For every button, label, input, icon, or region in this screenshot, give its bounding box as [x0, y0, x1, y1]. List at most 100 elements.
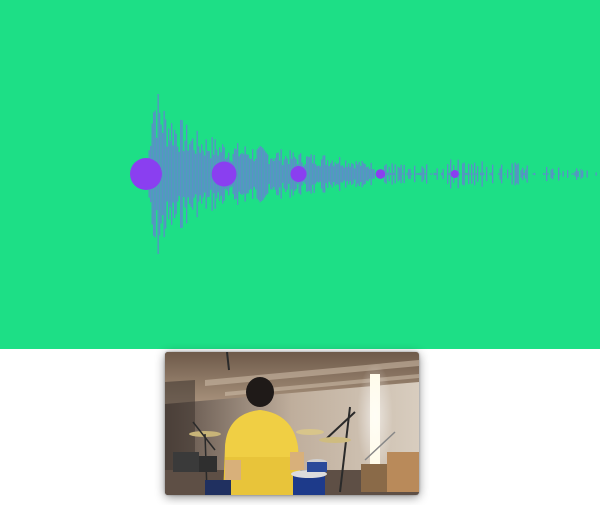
waveform-sample	[447, 164, 449, 184]
waveform-sample	[394, 164, 396, 184]
waveform-sample	[480, 172, 482, 176]
waveform-sample	[387, 172, 389, 176]
waveform-sample	[364, 164, 366, 184]
waveform-sample	[562, 171, 564, 177]
waveform-sample	[595, 172, 597, 176]
waveform-sample	[397, 166, 399, 182]
waveform-sample	[327, 160, 329, 188]
waveform-sample	[418, 172, 420, 176]
waveform-sample	[265, 152, 267, 196]
waveform-sample	[280, 149, 282, 199]
waveform-sample	[558, 167, 560, 181]
waveform-sample	[366, 167, 368, 181]
waveform-sample	[268, 164, 270, 184]
waveform-sample	[526, 165, 528, 183]
waveform-sample	[318, 165, 320, 183]
waveform-sample	[415, 173, 417, 175]
waveform-sample	[504, 173, 506, 175]
waveform-sample	[274, 158, 276, 190]
waveform-sample	[243, 154, 245, 194]
waveform-sample	[267, 154, 269, 194]
beat-marker[interactable]	[290, 166, 307, 182]
waveform-sample	[181, 120, 183, 228]
waveform-sample	[360, 165, 362, 182]
waveform-sample	[544, 173, 546, 175]
waveform-sample	[363, 163, 365, 185]
waveform-sample	[340, 165, 342, 183]
waveform-sample	[283, 159, 285, 189]
waveform-sample	[423, 168, 425, 180]
waveform-sample	[343, 167, 345, 181]
waveform-sample	[210, 158, 212, 190]
waveform-sample	[168, 128, 170, 220]
beat-marker[interactable]	[375, 169, 386, 179]
waveform-sample	[448, 172, 450, 176]
waveform-panel	[0, 0, 600, 349]
waveform-sample	[577, 171, 579, 177]
waveform-sample	[469, 173, 471, 175]
waveform-sample	[472, 173, 474, 175]
waveform-sample	[433, 172, 435, 176]
waveform-sample	[406, 172, 408, 176]
waveform-sample	[468, 163, 470, 185]
waveform-sample	[163, 110, 165, 238]
waveform-sample	[567, 170, 569, 178]
waveform-sample	[357, 164, 359, 184]
waveform-sample	[324, 155, 326, 193]
waveform-sample	[273, 161, 275, 188]
waveform-sample	[390, 173, 392, 175]
waveform-sample	[312, 163, 314, 185]
waveform-sample	[249, 158, 251, 190]
waveform-sample	[498, 173, 500, 175]
waveform-sample	[187, 150, 189, 198]
waveform-sample	[403, 164, 405, 184]
waveform-sample	[190, 141, 192, 207]
waveform-sample	[492, 164, 494, 184]
beat-marker[interactable]	[450, 170, 459, 178]
beat-marker[interactable]	[211, 161, 237, 187]
waveform-sample	[430, 173, 432, 175]
waveform-sample	[553, 173, 555, 175]
waveform-sample	[252, 149, 254, 199]
waveform-sample	[183, 151, 185, 197]
waveform-sample	[552, 168, 554, 180]
waveform-sample	[373, 169, 375, 179]
waveform-sample	[316, 166, 318, 182]
waveform-sample	[250, 158, 252, 190]
video-preview[interactable]	[165, 352, 419, 495]
waveform-sample	[334, 162, 336, 186]
waveform-sample	[270, 158, 272, 190]
waveform-sample	[202, 150, 204, 198]
beat-marker[interactable]	[130, 158, 162, 190]
waveform-sample	[253, 161, 255, 187]
waveform-sample	[543, 173, 545, 175]
waveform-sample	[465, 173, 467, 175]
waveform-sample	[417, 173, 419, 175]
waveform-sample	[385, 164, 387, 184]
waveform-sample	[336, 164, 338, 185]
waveform-sample	[255, 158, 257, 190]
waveform-sample	[426, 164, 428, 184]
app-stage	[0, 0, 600, 505]
waveform-sample	[339, 157, 341, 191]
waveform-sample	[514, 162, 516, 186]
waveform-sample	[189, 144, 191, 204]
waveform-sample	[372, 169, 374, 179]
waveform-sample	[325, 164, 327, 184]
waveform-sample	[546, 166, 548, 182]
waveform-sample	[391, 163, 393, 185]
waveform-sample	[201, 144, 203, 204]
waveform-sample	[358, 161, 360, 186]
waveform-sample	[342, 165, 344, 183]
waveform-sample	[180, 119, 182, 229]
waveform-sample	[286, 158, 288, 190]
waveform-sample	[195, 153, 197, 195]
waveform-sample	[483, 172, 485, 176]
waveform-sample	[322, 155, 324, 193]
waveform-sample	[186, 124, 188, 224]
waveform-sample	[441, 172, 443, 176]
waveform-sample	[262, 148, 264, 200]
waveform-sample	[490, 172, 492, 176]
waveform-sample	[349, 166, 351, 182]
waveform-sample	[499, 168, 501, 180]
